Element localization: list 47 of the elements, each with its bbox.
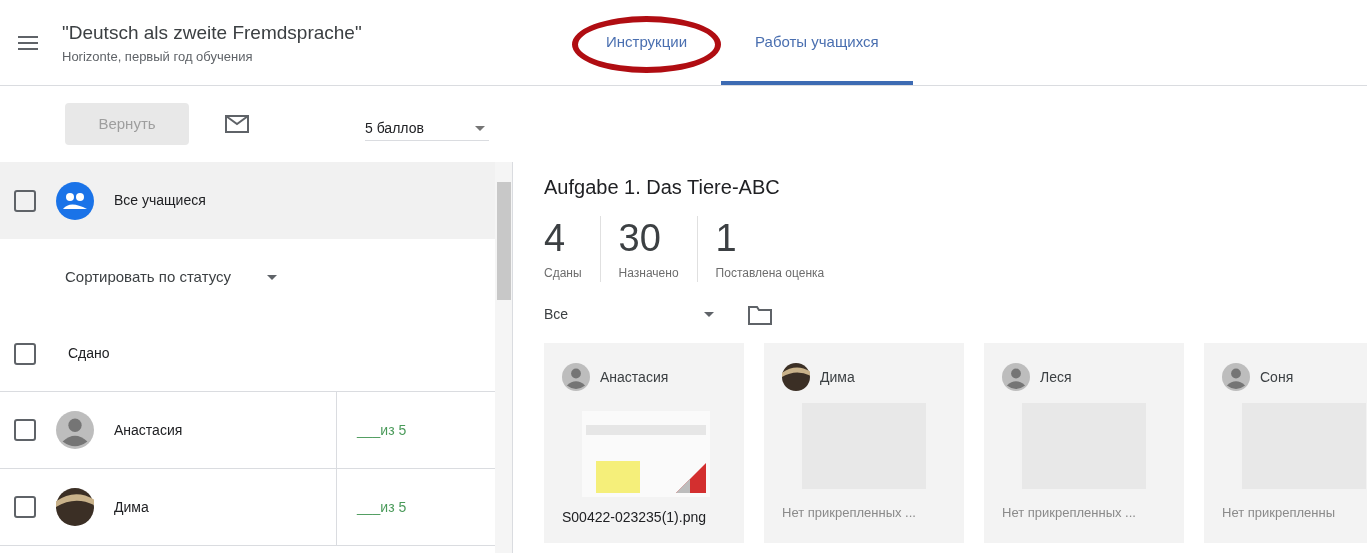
no-attachments-label: Нет прикрепленных ... [782, 504, 917, 522]
stat-label: Назначено [618, 265, 679, 282]
file-name: S00422-023235(1).png [562, 508, 707, 527]
submission-card[interactable]: Соня Нет прикрепленны [1204, 343, 1367, 543]
caret-icon [475, 126, 485, 131]
checkbox[interactable] [14, 496, 36, 518]
student-name: Соня [1260, 367, 1294, 387]
scrollbar[interactable] [495, 162, 512, 553]
student-name: Анастасия [600, 367, 669, 387]
all-students-row[interactable]: Все учащиеся [0, 162, 495, 239]
stat-value: 30 [618, 216, 662, 260]
sort-dropdown[interactable]: Сортировать по статусу [65, 266, 277, 289]
grade-field[interactable]: ___из 5 [357, 496, 407, 518]
student-name: Дима [114, 497, 149, 517]
checkbox[interactable] [14, 189, 36, 212]
no-attachments-label: Нет прикрепленны [1222, 504, 1336, 522]
group-icon [56, 181, 94, 220]
filter-dropdown[interactable]: Все [544, 304, 714, 325]
checkbox[interactable] [14, 419, 36, 441]
menu-icon[interactable] [18, 34, 38, 51]
assignment-title: Aufgabe 1. Das Tiere-ABC [544, 175, 781, 200]
tab[interactable]: Работы учащихся [721, 0, 913, 85]
class-title: "Deutsch als zweite Fremdsprache" [62, 20, 363, 45]
all-students-label: Все учащиеся [114, 191, 206, 210]
submission-card[interactable]: Леся Нет прикрепленных ... [984, 343, 1184, 543]
stat-label: Сданы [544, 265, 582, 282]
caret-icon [704, 312, 714, 317]
grade-field[interactable]: ___из 5 [357, 419, 407, 441]
stat-value: 1 [715, 216, 738, 260]
student-name: Леся [1040, 367, 1072, 387]
folder-icon[interactable] [748, 304, 772, 325]
points-dropdown[interactable]: 5 баллов [365, 107, 489, 141]
stat-label: Поставлена оценка [715, 265, 825, 282]
checkbox[interactable] [14, 342, 36, 365]
class-subtitle: Horizonte, первый год обучения [62, 48, 254, 66]
stat-value: 4 [544, 216, 567, 260]
submission-card[interactable]: Анастасия S00422-023235(1).png [544, 343, 744, 543]
submission-card[interactable]: Дима Нет прикрепленных ... [764, 343, 964, 543]
no-attachments-label: Нет прикрепленных ... [1002, 504, 1137, 522]
tab[interactable]: Инструкции [572, 0, 722, 85]
student-row[interactable]: Дима ___из 5 [0, 469, 495, 546]
group-label: Сдано [68, 344, 110, 363]
caret-icon [267, 275, 277, 280]
student-name: Дима [820, 367, 855, 387]
student-row[interactable]: Анастасия ___из 5 [0, 392, 495, 469]
mail-icon[interactable] [225, 115, 249, 133]
student-name: Анастасия [114, 420, 183, 440]
